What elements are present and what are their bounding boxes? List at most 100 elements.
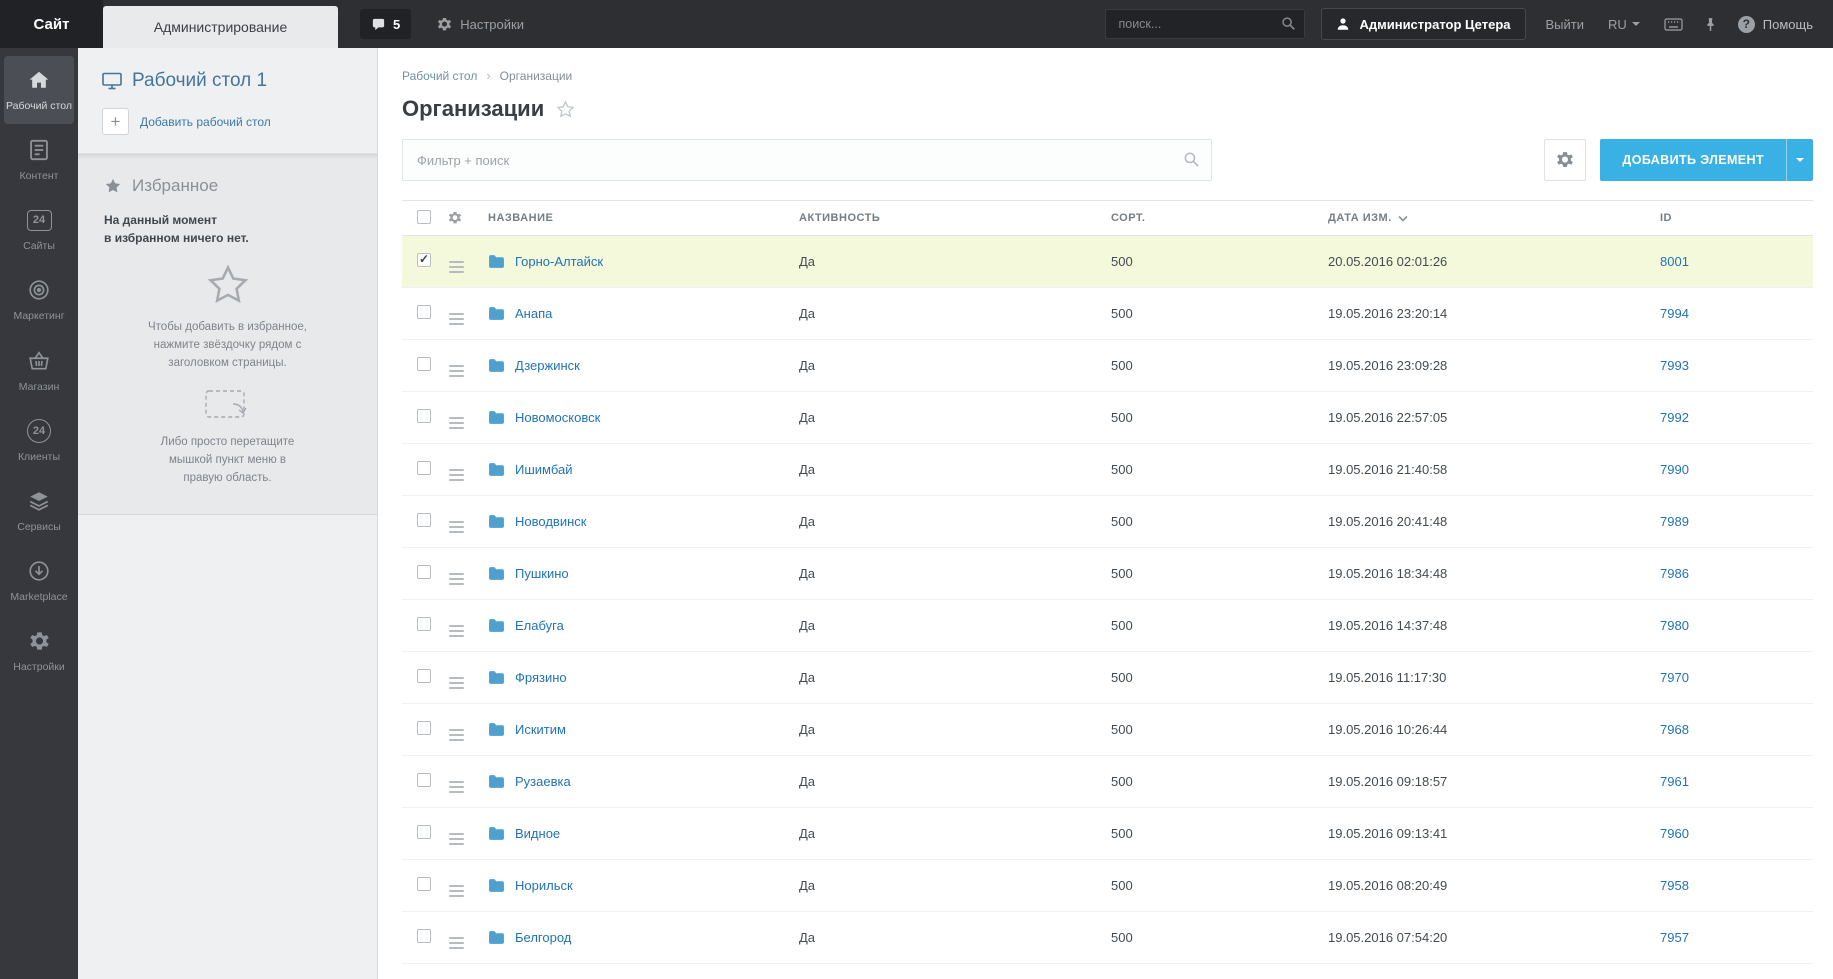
breadcrumb-parent[interactable]: Рабочий стол [402,69,477,83]
add-element-dropdown[interactable] [1786,139,1813,181]
desktop-title[interactable]: Рабочий стол 1 [102,70,353,92]
sidebar-item-clients[interactable]: 24 Клиенты [4,407,74,475]
select-all-checkbox[interactable] [417,209,431,224]
drag-handle-icon[interactable] [449,676,464,689]
table-row[interactable]: Белгород Да 500 19.05.2016 07:54:20 7957 [402,912,1813,964]
drag-handle-icon[interactable] [449,416,464,429]
sidebar-item-desktop[interactable]: Рабочий стол [4,56,74,125]
add-desktop-button[interactable]: + Добавить рабочий стол [102,108,353,135]
site-button[interactable]: Сайт [0,0,103,48]
sidebar-item-content[interactable]: Контент [4,126,74,194]
column-header-modified[interactable]: ДАТА ИЗМ. [1328,212,1660,224]
table-row[interactable]: Пушкино Да 500 19.05.2016 18:34:48 7986 [402,548,1813,600]
drag-handle-icon[interactable] [449,728,464,741]
row-checkbox[interactable] [417,305,431,319]
drag-handle-icon[interactable] [449,468,464,481]
row-checkbox[interactable] [417,565,431,579]
row-id-link[interactable]: 7990 [1660,462,1689,477]
pin-icon[interactable] [1705,17,1716,32]
sidebar-item-sites[interactable]: 24 Сайты [4,196,74,264]
table-gear-cell[interactable] [448,211,488,225]
drag-handle-icon[interactable] [449,520,464,533]
sidebar-item-marketing[interactable]: Маркетинг [4,266,74,334]
column-header-active[interactable]: АКТИВНОСТЬ [799,212,1111,224]
add-element-button[interactable]: ДОБАВИТЬ ЭЛЕМЕНТ [1600,139,1813,181]
sidebar-item-services[interactable]: Сервисы [4,477,74,545]
table-row[interactable]: Елабуга Да 500 19.05.2016 14:37:48 7980 [402,600,1813,652]
row-id-link[interactable]: 7989 [1660,514,1689,529]
row-id-link[interactable]: 7957 [1660,930,1689,945]
column-header-sort[interactable]: СОРТ. [1111,212,1328,224]
table-row[interactable]: Норильск Да 500 19.05.2016 08:20:49 7958 [402,860,1813,912]
row-id-link[interactable]: 7980 [1660,618,1689,633]
row-id-link[interactable]: 7958 [1660,878,1689,893]
topbar-search-input[interactable] [1105,9,1306,39]
row-name-link[interactable]: Рузаевка [515,774,571,789]
drag-handle-icon[interactable] [449,832,464,845]
row-checkbox[interactable] [417,669,431,683]
row-checkbox[interactable] [417,252,431,267]
row-checkbox[interactable] [417,461,431,475]
row-name-link[interactable]: Пушкино [515,566,569,581]
row-checkbox[interactable] [417,721,431,735]
row-name-link[interactable]: Дзержинск [515,358,580,373]
favorite-star-icon[interactable] [556,99,575,119]
drag-handle-icon[interactable] [449,572,464,585]
table-row[interactable]: Рузаевка Да 500 19.05.2016 09:18:57 7961 [402,756,1813,808]
column-header-id[interactable]: ID [1660,212,1813,224]
sidebar-item-settings[interactable]: Настройки [4,617,74,685]
row-name-link[interactable]: Видное [515,826,560,841]
help-button[interactable]: ? Помощь [1737,15,1813,33]
keyboard-icon[interactable] [1664,17,1683,31]
table-row[interactable]: Искитим Да 500 19.05.2016 10:26:44 7968 [402,704,1813,756]
search-icon[interactable] [1183,151,1200,168]
row-checkbox[interactable] [417,513,431,527]
row-name-link[interactable]: Ишимбай [515,462,572,477]
drag-handle-icon[interactable] [449,936,464,949]
drag-handle-icon[interactable] [449,364,464,377]
row-name-link[interactable]: Анапа [515,306,552,321]
user-button[interactable]: Администратор Цетера [1321,8,1526,40]
row-checkbox[interactable] [417,877,431,891]
table-row[interactable]: Новодвинск Да 500 19.05.2016 20:41:48 79… [402,496,1813,548]
language-selector[interactable]: RU [1608,17,1640,32]
row-id-link[interactable]: 7986 [1660,566,1689,581]
table-row[interactable]: Новомосковск Да 500 19.05.2016 22:57:05 … [402,392,1813,444]
table-row[interactable]: Фрязино Да 500 19.05.2016 11:17:30 7970 [402,652,1813,704]
table-row[interactable] [402,964,1813,979]
notifications-button[interactable]: 5 [360,9,412,39]
row-id-link[interactable]: 7970 [1660,670,1689,685]
table-row[interactable]: Горно-Алтайск Да 500 20.05.2016 02:01:26… [402,236,1813,288]
filter-search-input[interactable] [402,139,1212,181]
logout-button[interactable]: Выйти [1546,17,1585,32]
tab-administration[interactable]: Администрирование [103,6,338,48]
column-header-name[interactable]: НАЗВАНИЕ [488,212,799,224]
row-id-link[interactable]: 7994 [1660,306,1689,321]
row-name-link[interactable]: Искитим [515,722,566,737]
row-id-link[interactable]: 7960 [1660,826,1689,841]
drag-handle-icon[interactable] [449,312,464,325]
row-name-link[interactable]: Фрязино [515,670,567,685]
row-checkbox[interactable] [417,825,431,839]
row-name-link[interactable]: Норильск [515,878,573,893]
row-id-link[interactable]: 7993 [1660,358,1689,373]
row-checkbox[interactable] [417,357,431,371]
row-name-link[interactable]: Новодвинск [515,514,586,529]
table-row[interactable]: Анапа Да 500 19.05.2016 23:20:14 7994 [402,288,1813,340]
table-row[interactable]: Дзержинск Да 500 19.05.2016 23:09:28 799… [402,340,1813,392]
row-name-link[interactable]: Новомосковск [515,410,600,425]
row-name-link[interactable]: Белгород [515,930,571,945]
row-name-link[interactable]: Елабуга [515,618,564,633]
sidebar-item-marketplace[interactable]: Marketplace [4,547,74,615]
row-checkbox[interactable] [417,617,431,631]
row-id-link[interactable]: 7961 [1660,774,1689,789]
drag-handle-icon[interactable] [449,780,464,793]
row-checkbox[interactable] [417,929,431,943]
drag-handle-icon[interactable] [449,624,464,637]
row-id-link[interactable]: 7968 [1660,722,1689,737]
row-checkbox[interactable] [417,409,431,423]
table-row[interactable]: Ишимбай Да 500 19.05.2016 21:40:58 7990 [402,444,1813,496]
search-icon[interactable] [1281,16,1296,31]
table-row[interactable]: Видное Да 500 19.05.2016 09:13:41 7960 [402,808,1813,860]
sidebar-item-shop[interactable]: Магазин [4,337,74,405]
